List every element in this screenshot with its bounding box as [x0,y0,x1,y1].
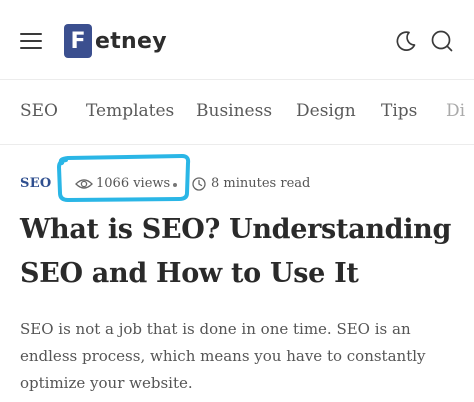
category-nav: SEO Templates Business Design Tips Di [0,81,474,145]
view-count: 1066 views [75,176,170,191]
theme-toggle-button[interactable] [393,28,419,54]
category-templates[interactable]: Templates [86,101,174,121]
clock-icon [192,176,206,191]
category-business[interactable]: Business [196,101,272,121]
category-partial[interactable]: Di [446,101,465,121]
hamburger-icon [20,33,42,35]
logo-text: etney [95,28,167,54]
eye-icon [75,178,93,189]
moon-icon [396,31,416,51]
category-tips[interactable]: Tips [381,101,417,121]
search-button[interactable] [429,28,455,54]
read-time-text: 8 minutes read [211,176,311,191]
meta-separator [173,183,177,187]
view-count-text: 1066 views [96,176,171,191]
menu-button[interactable] [20,33,42,49]
site-header: F etney [0,0,474,80]
site-logo[interactable]: F etney [64,23,167,59]
post-summary: SEO is not a job that is done in one tim… [20,320,426,392]
post-tag[interactable]: SEO [20,176,52,191]
search-icon [431,30,453,52]
read-time: 8 minutes read [192,176,310,191]
category-seo[interactable]: SEO [20,101,58,121]
post-title[interactable]: What is SEO? Understanding SEO and How t… [20,208,460,296]
logo-mark: F [64,24,92,58]
post-meta: SEO 1066 views 8 minutes read [20,174,460,196]
category-design[interactable]: Design [296,101,356,121]
